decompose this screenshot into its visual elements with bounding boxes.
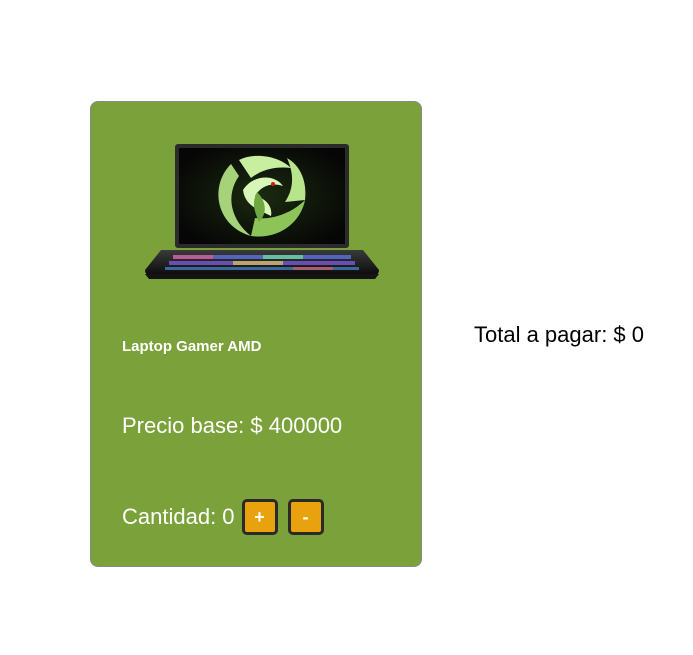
product-price: Precio base: $ 400000: [122, 413, 343, 438]
product-name: Laptop Gamer AMD: [122, 338, 262, 355]
quantity-label: Cantidad: 0: [122, 504, 235, 529]
decrease-quantity-button[interactable]: -: [287, 499, 324, 535]
page: Laptop Gamer AMD Precio base: $ 400000 C…: [0, 0, 693, 655]
product-card: Laptop Gamer AMD Precio base: $ 400000 C…: [90, 101, 422, 567]
total-to-pay: Total a pagar: $ 0: [474, 322, 645, 347]
quantity-row: Cantidad: 0 + -: [122, 497, 334, 537]
increase-quantity-button[interactable]: +: [241, 499, 278, 535]
laptop-image: [145, 144, 379, 279]
